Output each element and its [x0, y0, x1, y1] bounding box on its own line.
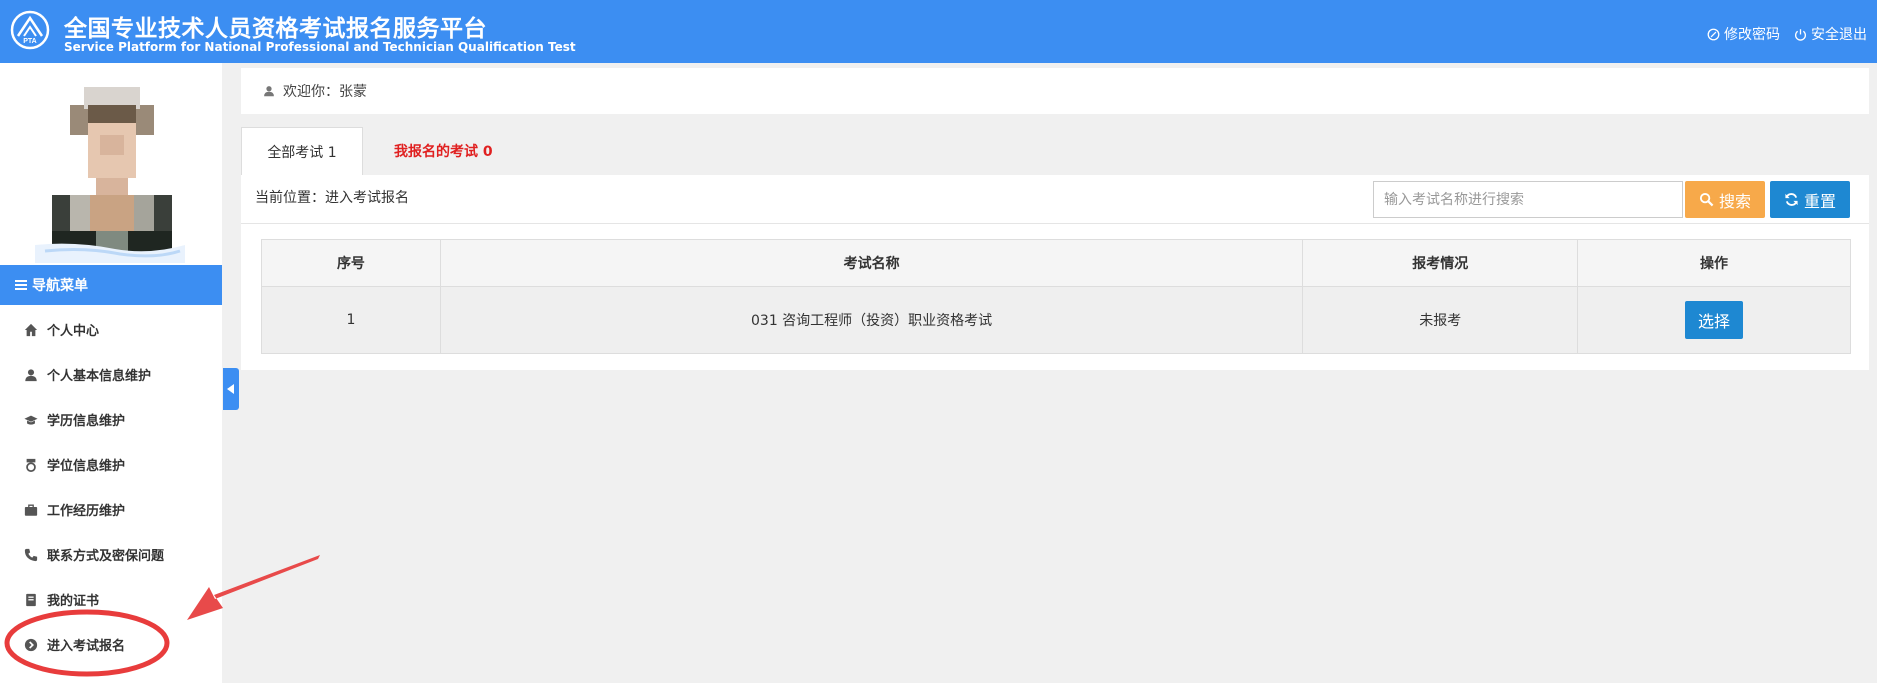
select-exam-button[interactable]: 选择 [1685, 301, 1744, 339]
svg-text:PTA: PTA [23, 38, 36, 45]
search-button[interactable]: 搜索 [1685, 181, 1765, 218]
column-header-exam-name: 考试名称 [439, 239, 1304, 287]
sidebar-item-label: 工作经历维护 [47, 504, 126, 519]
sidebar-item-personal-center[interactable]: 个人中心 [0, 307, 222, 352]
pta-logo: PTA [10, 10, 50, 50]
sidebar-item-label: 进入考试报名 [47, 639, 126, 654]
column-header-status: 报考情况 [1302, 239, 1579, 287]
tab-all-exams[interactable]: 全部考试 1 [241, 127, 363, 175]
book-icon [26, 593, 36, 606]
site-title: 全国专业技术人员资格考试报名服务平台 [64, 16, 487, 42]
divider [241, 223, 1869, 224]
logout-link[interactable]: 安全退出 [1794, 24, 1867, 44]
tab-my-exams[interactable]: 我报名的考试 0 [372, 127, 515, 175]
column-header-action: 操作 [1577, 239, 1851, 287]
medal-icon [26, 458, 36, 472]
sidebar-item-degree[interactable]: 学位信息维护 [0, 442, 222, 487]
sidebar: 导航菜单 个人中心 个人基本信息维护 学历信息维护 学位信息维护 工作经历维护 … [0, 63, 222, 683]
exam-panel: 当前位置：进入考试报名 搜索 重置 序号 考试名称 报考情况 操作 1 031 … [241, 175, 1869, 370]
sidebar-collapse-toggle[interactable] [223, 368, 239, 410]
refresh-icon [1785, 193, 1798, 206]
sidebar-item-label: 个人中心 [47, 324, 100, 339]
exam-table: 序号 考试名称 报考情况 操作 1 031 咨询工程师（投资）职业资格考试 未报… [261, 239, 1851, 354]
edit-circle-icon [1707, 28, 1720, 40]
sidebar-item-label: 学历信息维护 [47, 414, 126, 429]
breadcrumb: 当前位置：进入考试报名 [255, 190, 409, 206]
sidebar-item-label: 学位信息维护 [47, 459, 126, 474]
graduation-cap-icon [24, 415, 38, 425]
change-password-link[interactable]: 修改密码 [1707, 24, 1780, 44]
sidebar-item-label: 我的证书 [47, 594, 100, 609]
menu-icon [15, 280, 27, 290]
power-icon [1795, 28, 1806, 41]
top-header: PTA 全国专业技术人员资格考试报名服务平台 Service Platform … [0, 0, 1877, 63]
table-row: 1 031 咨询工程师（投资）职业资格考试 未报考 选择 [261, 286, 1851, 354]
cell-status: 未报考 [1302, 286, 1579, 354]
phone-icon [24, 548, 38, 561]
change-password-label: 修改密码 [1724, 27, 1780, 43]
cell-index: 1 [261, 286, 441, 354]
nav-menu-title: 导航菜单 [32, 278, 88, 294]
sidebar-item-contact-security[interactable]: 联系方式及密保问题 [0, 532, 222, 577]
user-icon [25, 368, 37, 381]
welcome-bar: 欢迎你：张蒙 [241, 68, 1869, 114]
cell-exam-name: 031 咨询工程师（投资）职业资格考试 [439, 286, 1304, 354]
welcome-text: 欢迎你：张蒙 [283, 84, 367, 100]
sidebar-item-label: 个人基本信息维护 [47, 369, 152, 384]
nav-menu-header: 导航菜单 [0, 265, 222, 305]
home-icon [24, 323, 38, 336]
briefcase-icon [24, 504, 38, 516]
sidebar-item-label: 联系方式及密保问题 [47, 549, 165, 564]
user-icon [264, 86, 274, 97]
reset-button[interactable]: 重置 [1770, 181, 1850, 218]
search-icon [1699, 192, 1714, 207]
sidebar-item-work-experience[interactable]: 工作经历维护 [0, 487, 222, 532]
avatar-wave-decoration [35, 243, 185, 263]
caret-left-icon [227, 384, 234, 394]
exam-tabs: 全部考试 1 我报名的考试 0 [241, 127, 515, 175]
column-header-index: 序号 [261, 239, 441, 287]
sidebar-item-basic-info[interactable]: 个人基本信息维护 [0, 352, 222, 397]
avatar [52, 85, 172, 261]
table-header-row: 序号 考试名称 报考情况 操作 [261, 239, 1851, 287]
cell-action: 选择 [1577, 286, 1851, 354]
sidebar-item-my-certificates[interactable]: 我的证书 [0, 577, 222, 622]
sidebar-item-exam-registration[interactable]: 进入考试报名 [0, 622, 222, 667]
logout-label: 安全退出 [1811, 27, 1867, 43]
site-subtitle: Service Platform for National Profession… [64, 40, 576, 54]
chevron-circle-icon [24, 638, 38, 651]
search-input[interactable] [1373, 181, 1683, 218]
sidebar-item-education[interactable]: 学历信息维护 [0, 397, 222, 442]
search-button-label: 搜索 [1718, 191, 1751, 211]
reset-button-label: 重置 [1803, 191, 1836, 211]
